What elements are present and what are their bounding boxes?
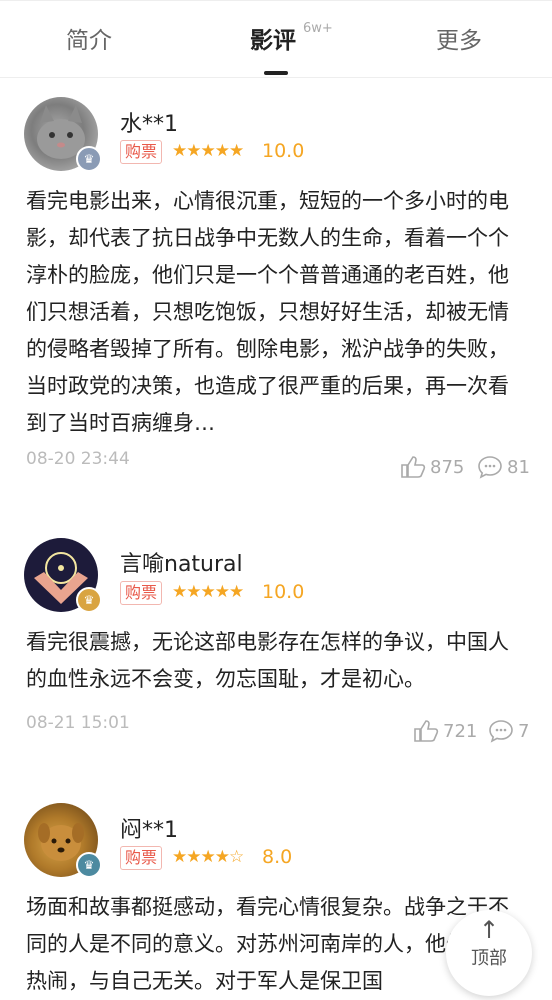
review-text[interactable]: 看完很震撼，无论这部电影存在怎样的争议，中国人的血性永远不会变，勿忘国耻，才是初… — [26, 624, 526, 698]
review-username[interactable]: 闷**1 — [120, 812, 178, 844]
rating-score: 10.0 — [262, 581, 305, 603]
comment-count: 81 — [507, 456, 530, 478]
like-button[interactable]: 875 — [400, 455, 464, 479]
review-date: 08-20 23:44 — [26, 449, 130, 469]
back-to-top-label: 顶部 — [471, 948, 507, 969]
ticket-badge: 购票 — [120, 581, 163, 605]
thumbs-up-icon — [401, 456, 426, 478]
comment-count: 7 — [518, 720, 530, 742]
review-text[interactable]: 看完电影出来，心情很沉重，短短的一个多小时的电影，却代表了抗日战争中无数人的生命… — [26, 183, 526, 442]
ticket-badge: 购票 — [120, 140, 163, 164]
tab-reviews[interactable]: 影评 — [250, 21, 296, 57]
tab-intro[interactable]: 简介 — [66, 21, 112, 57]
like-count: 875 — [430, 456, 465, 478]
like-count: 721 — [443, 720, 478, 742]
tab-more[interactable]: 更多 — [436, 21, 482, 57]
back-to-top-button[interactable]: ↑ 顶部 — [446, 910, 532, 996]
rating-stars: ★★★★☆ — [172, 847, 244, 867]
comment-icon — [478, 456, 502, 479]
active-tab-indicator — [264, 71, 288, 75]
reviews-count-badge: 6w+ — [303, 21, 333, 36]
comment-button[interactable]: 7 — [488, 719, 529, 743]
ticket-badge: 购票 — [120, 846, 163, 870]
review-date: 08-21 15:01 — [26, 713, 130, 733]
comment-icon — [489, 720, 513, 743]
review-username[interactable]: 水**1 — [120, 106, 178, 138]
rating-stars: ★★★★★ — [172, 582, 244, 602]
rating-score: 8.0 — [262, 846, 293, 868]
user-level-icon: ♛ — [76, 587, 102, 613]
user-level-icon: ♛ — [76, 146, 102, 172]
review-username[interactable]: 言喻natural — [120, 546, 243, 578]
tab-bar: 简介 影评 6w+ 更多 — [0, 0, 552, 78]
like-button[interactable]: 721 — [413, 719, 477, 743]
rating-stars: ★★★★★ — [172, 141, 244, 161]
rating-score: 10.0 — [262, 140, 305, 162]
user-level-icon: ♛ — [76, 852, 102, 878]
comment-button[interactable]: 81 — [477, 455, 530, 479]
thumbs-up-icon — [414, 720, 439, 742]
arrow-up-icon: ↑ — [478, 916, 500, 944]
